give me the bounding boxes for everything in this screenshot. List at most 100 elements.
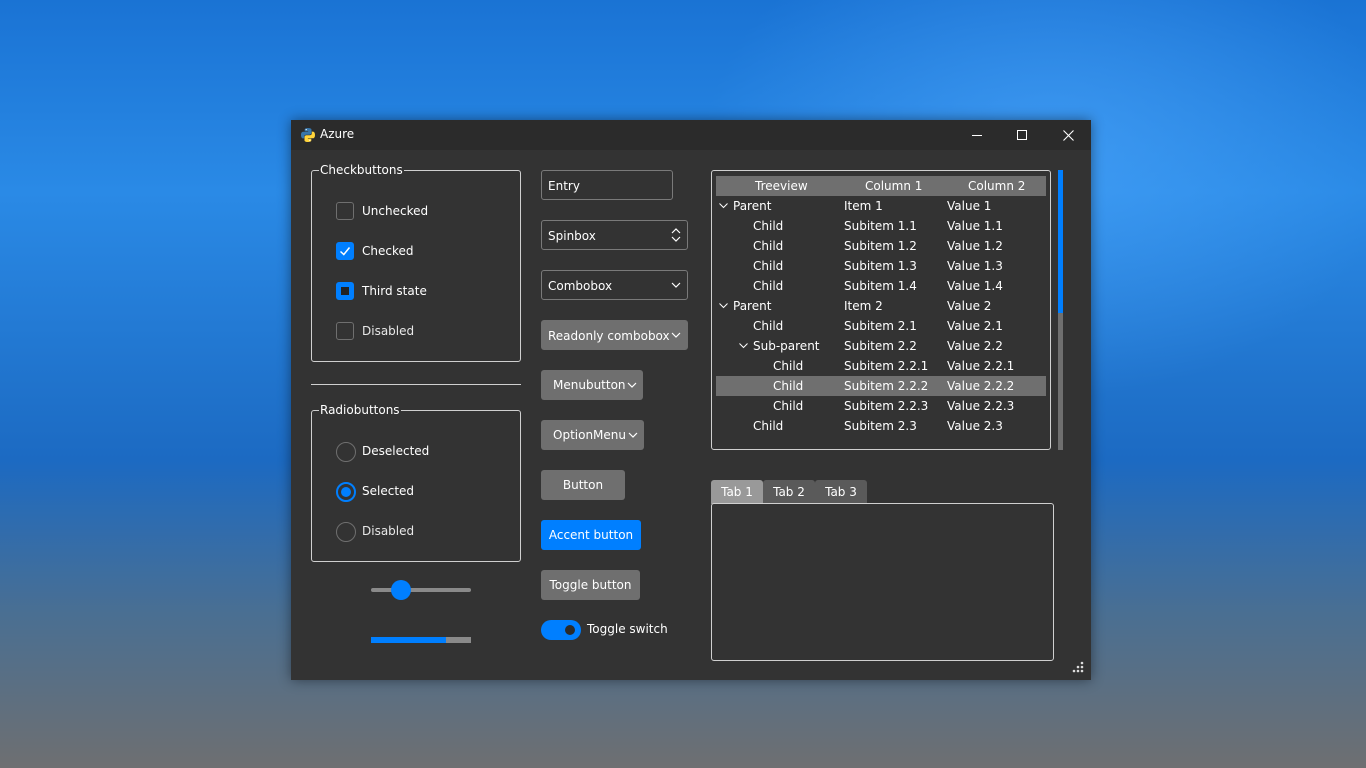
disabled-checkbox	[336, 322, 354, 340]
tree-item-col1: Item 2	[844, 299, 883, 313]
python-icon	[301, 128, 315, 142]
tree-item-name: Child	[753, 219, 784, 233]
accent-button[interactable]: Accent button	[541, 520, 641, 550]
tab-panel	[711, 503, 1054, 661]
checked-label: Checked	[362, 244, 414, 258]
accent-button-label: Accent button	[548, 528, 634, 542]
menubutton-label: Menubutton	[553, 378, 626, 392]
chevron-down-icon[interactable]	[739, 343, 748, 349]
tree-item-name: Parent	[733, 199, 772, 213]
tab-3[interactable]: Tab 3	[815, 480, 867, 504]
tree-item-col1: Item 1	[844, 199, 883, 213]
tree-item-col2: Value 1.3	[947, 259, 1003, 273]
deselected-radio[interactable]	[336, 442, 356, 462]
selected-radio[interactable]	[336, 482, 356, 502]
tree-item-col2: Value 1.4	[947, 279, 1003, 293]
tree-item-name: Child	[773, 379, 804, 393]
tree-item-name: Child	[753, 279, 784, 293]
treeview-header: Treeview Column 1 Column 2	[716, 176, 1046, 196]
title-bar[interactable]: Azure	[291, 120, 1091, 150]
optionmenu[interactable]: OptionMenu	[541, 420, 644, 450]
spinbox[interactable]: Spinbox	[541, 220, 688, 250]
tree-item-col2: Value 1.2	[947, 239, 1003, 253]
app-window: Azure Checkbuttons Unchecked Checked Thi…	[291, 120, 1091, 680]
chevron-down-icon[interactable]	[671, 282, 681, 289]
entry-field[interactable]: Entry	[541, 170, 673, 200]
deselected-label: Deselected	[362, 444, 430, 458]
menubutton[interactable]: Menubutton	[541, 370, 643, 400]
toggle-button-label: Toggle button	[549, 578, 632, 592]
treeview-scrollbar[interactable]	[1058, 170, 1063, 450]
tree-item-col1: Subitem 2.2.2	[844, 379, 929, 393]
selected-label: Selected	[362, 484, 415, 498]
checked-checkbox[interactable]	[336, 242, 354, 260]
tree-row[interactable]: Child Subitem 2.1 Value 2.1	[716, 316, 1046, 336]
indeterminate-icon	[341, 287, 349, 295]
tree-item-name: Child	[753, 419, 784, 433]
column-1-heading[interactable]: Column 1	[865, 179, 922, 193]
tab-3-label: Tab 3	[825, 485, 857, 499]
tree-item-col1: Subitem 1.4	[844, 279, 917, 293]
window-title: Azure	[320, 127, 355, 141]
tree-row[interactable]: Child Subitem 1.4 Value 1.4	[716, 276, 1046, 296]
minimize-button[interactable]	[954, 120, 1000, 150]
tree-item-col2: Value 1.1	[947, 219, 1003, 233]
scrollbar-thumb[interactable]	[1058, 170, 1063, 313]
treeview-heading[interactable]: Treeview	[755, 179, 808, 193]
tree-item-name: Child	[753, 319, 784, 333]
scale-thumb[interactable]	[391, 580, 411, 600]
maximize-button[interactable]	[999, 120, 1045, 150]
scale-trough[interactable]	[371, 588, 471, 592]
tree-item-col2: Value 2.1	[947, 319, 1003, 333]
tree-item-name: Child	[753, 259, 784, 273]
close-icon	[1062, 129, 1074, 141]
tab-1-label: Tab 1	[721, 485, 753, 499]
tree-row[interactable]: Child Subitem 2.2.3 Value 2.2.3	[716, 396, 1046, 416]
toggle-switch-label: Toggle switch	[587, 622, 668, 636]
close-button[interactable]	[1045, 120, 1091, 150]
resize-grip-icon[interactable]	[1071, 660, 1085, 674]
third-state-label: Third state	[362, 284, 427, 298]
tree-item-name: Child	[773, 399, 804, 413]
unchecked-checkbox[interactable]	[336, 202, 354, 220]
tab-1[interactable]: Tab 1	[711, 480, 763, 504]
readonly-combobox-text: Readonly combobox	[548, 329, 670, 343]
tree-item-col1: Subitem 1.2	[844, 239, 917, 253]
toggle-button[interactable]: Toggle button	[541, 570, 640, 600]
tree-row[interactable]: Parent Item 2 Value 2	[716, 296, 1046, 316]
tree-row[interactable]: Parent Item 1 Value 1	[716, 196, 1046, 216]
tree-item-col1: Subitem 2.1	[844, 319, 917, 333]
chevron-down-icon[interactable]	[719, 303, 728, 309]
spin-arrows-icon[interactable]	[671, 228, 681, 242]
tree-row-selected[interactable]: Child Subitem 2.2.2 Value 2.2.2	[716, 376, 1046, 396]
button[interactable]: Button	[541, 470, 625, 500]
column-2-heading[interactable]: Column 2	[968, 179, 1025, 193]
chevron-down-icon	[627, 382, 637, 388]
spinbox-text: Spinbox	[548, 229, 596, 243]
tree-row[interactable]: Child Subitem 1.1 Value 1.1	[716, 216, 1046, 236]
tree-item-col2: Value 2.2	[947, 339, 1003, 353]
tree-row[interactable]: Child Subitem 1.3 Value 1.3	[716, 256, 1046, 276]
radiobuttons-frame-label: Radiobuttons	[319, 403, 401, 417]
tree-row[interactable]: Child Subitem 1.2 Value 1.2	[716, 236, 1046, 256]
button-label: Button	[562, 478, 604, 492]
combobox[interactable]: Combobox	[541, 270, 688, 300]
tree-item-col2: Value 2.2.1	[947, 359, 1015, 373]
checkmark-icon	[339, 247, 351, 256]
chevron-down-icon[interactable]	[671, 332, 681, 339]
third-state-checkbox[interactable]	[336, 282, 354, 300]
progressbar-fill	[371, 637, 446, 643]
chevron-down-icon[interactable]	[719, 203, 728, 209]
minimize-icon	[972, 135, 982, 136]
tab-2[interactable]: Tab 2	[763, 480, 815, 504]
tree-row[interactable]: Sub-parent Subitem 2.2 Value 2.2	[716, 336, 1046, 356]
readonly-combobox[interactable]: Readonly combobox	[541, 320, 688, 350]
disabled-radio-label: Disabled	[362, 524, 415, 538]
toggle-switch[interactable]	[541, 620, 581, 640]
tree-row[interactable]: Child Subitem 2.3 Value 2.3	[716, 416, 1046, 436]
optionmenu-label: OptionMenu	[553, 428, 626, 442]
tree-item-name: Child	[773, 359, 804, 373]
treeview[interactable]: Treeview Column 1 Column 2 Parent Item 1…	[711, 170, 1051, 450]
tree-row[interactable]: Child Subitem 2.2.1 Value 2.2.1	[716, 356, 1046, 376]
progressbar	[371, 637, 471, 643]
